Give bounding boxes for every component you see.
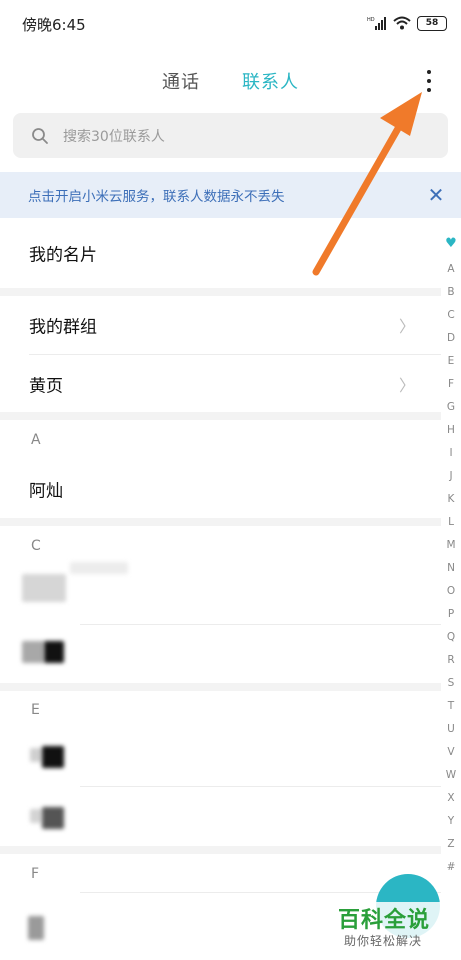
annotation-arrow-icon	[312, 92, 422, 276]
